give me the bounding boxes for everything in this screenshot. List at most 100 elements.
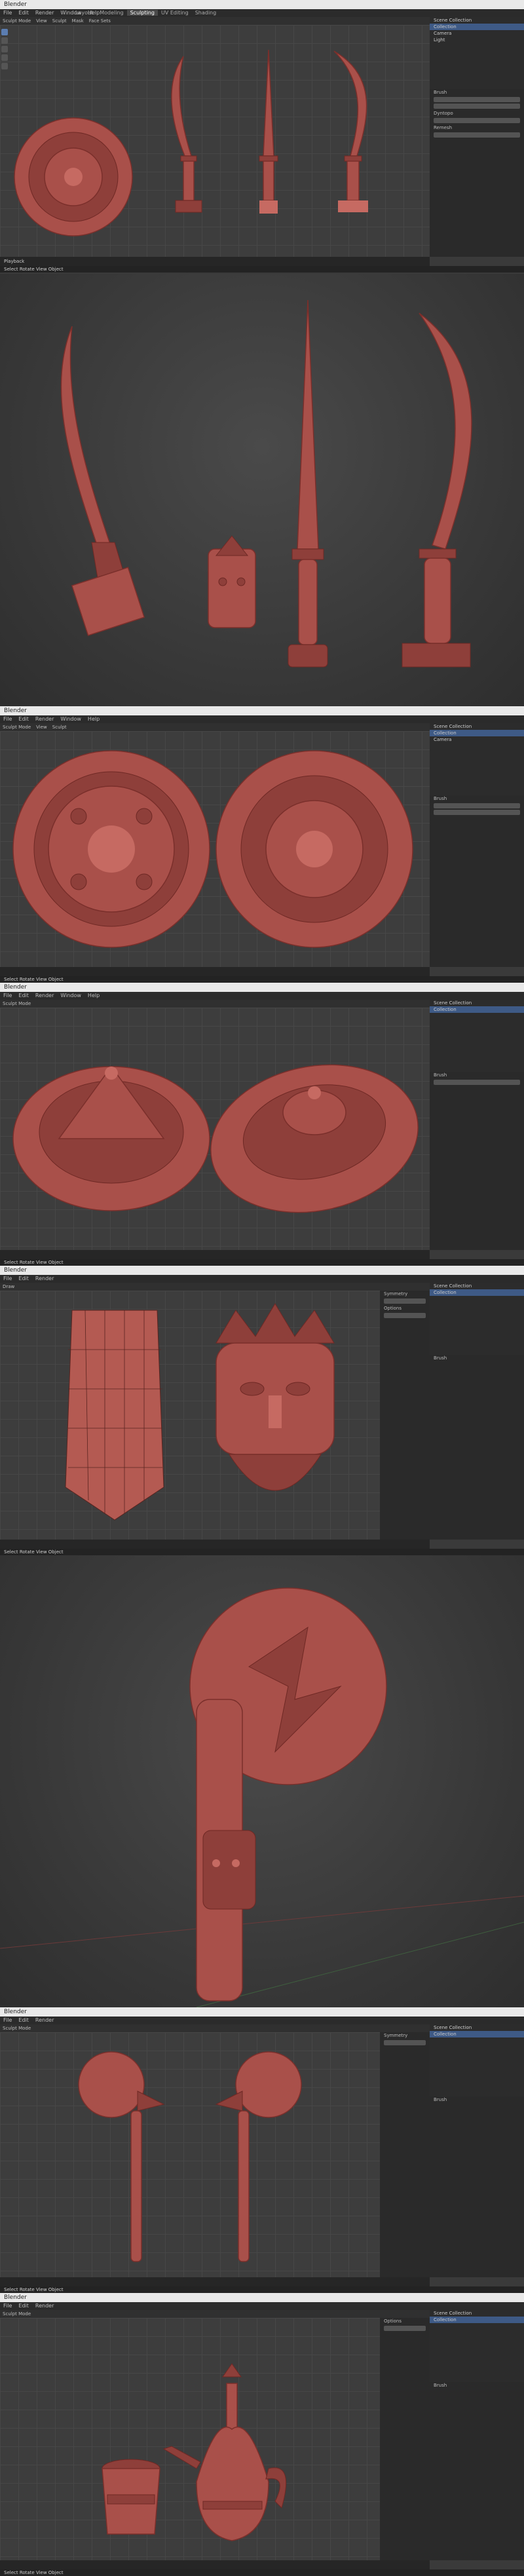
outliner-row-collection[interactable]: Collection bbox=[430, 1289, 524, 1296]
menu-render[interactable]: Render bbox=[32, 10, 57, 16]
dagger-curved-left bbox=[171, 56, 202, 213]
props-field[interactable] bbox=[434, 97, 520, 102]
timeline[interactable] bbox=[0, 967, 430, 976]
window-titlebar: Blender bbox=[0, 983, 524, 992]
tab-shading[interactable]: Shading bbox=[192, 10, 220, 16]
props-field[interactable] bbox=[434, 1080, 520, 1085]
outliner-row-collection[interactable]: Collection bbox=[430, 24, 524, 30]
outliner-row-collection[interactable]: Collection bbox=[430, 2031, 524, 2037]
menu-render[interactable]: Render bbox=[32, 2303, 57, 2309]
menu-view[interactable]: View bbox=[33, 725, 50, 730]
status-bar: Select Rotate View Object bbox=[0, 1259, 524, 1266]
props-section-options[interactable]: Options bbox=[380, 2318, 430, 2324]
menu-render[interactable]: Render bbox=[32, 1276, 57, 1281]
menu-view[interactable]: View bbox=[33, 18, 50, 24]
menu-edit[interactable]: Edit bbox=[15, 2017, 32, 2023]
tab-modeling[interactable]: Modeling bbox=[96, 10, 126, 16]
menu-edit[interactable]: Edit bbox=[15, 993, 32, 998]
menu-sculpt[interactable]: Sculpt bbox=[50, 18, 69, 24]
mode-selector[interactable]: Sculpt Mode bbox=[0, 2026, 33, 2031]
props-field[interactable] bbox=[384, 2040, 426, 2045]
props-section-dyntopo[interactable]: Dyntopo bbox=[430, 110, 524, 117]
props-section-options[interactable]: Options bbox=[380, 1305, 430, 1312]
mode-selector[interactable]: Sculpt Mode bbox=[0, 2311, 33, 2317]
props-field[interactable] bbox=[434, 118, 520, 123]
menu-render[interactable]: Render bbox=[32, 716, 57, 722]
menu-edit[interactable]: Edit bbox=[15, 2303, 32, 2309]
props-field[interactable] bbox=[434, 810, 520, 815]
timeline[interactable]: Playback bbox=[0, 257, 430, 266]
outliner-row-collection[interactable]: Collection bbox=[430, 2317, 524, 2323]
menu-help[interactable]: Help bbox=[84, 716, 103, 722]
3d-viewport[interactable] bbox=[0, 731, 430, 967]
menu-help[interactable]: Help bbox=[84, 993, 103, 998]
props-section-remesh[interactable]: Remesh bbox=[430, 124, 524, 131]
shields-perspective-scene bbox=[12, 1064, 419, 1213]
props-field[interactable] bbox=[384, 2326, 426, 2331]
props-section-brush[interactable]: Brush bbox=[430, 89, 524, 96]
mode-selector[interactable]: Sculpt Mode bbox=[0, 1001, 33, 1006]
menu-file[interactable]: File bbox=[0, 2017, 15, 2023]
3d-viewport[interactable] bbox=[0, 2032, 380, 2277]
menu-render[interactable]: Render bbox=[32, 2017, 57, 2023]
props-field[interactable] bbox=[434, 132, 520, 138]
props-section-brush[interactable]: Brush bbox=[430, 2382, 524, 2389]
tab-uv-editing[interactable]: UV Editing bbox=[158, 10, 192, 16]
mask-brush-icon[interactable] bbox=[1, 63, 8, 69]
grab-brush-icon[interactable] bbox=[1, 54, 8, 61]
props-field[interactable] bbox=[384, 1298, 426, 1304]
outliner-row-collection[interactable]: Collection bbox=[430, 1006, 524, 1013]
menu-file[interactable]: File bbox=[0, 716, 15, 722]
props-section-symmetry[interactable]: Symmetry bbox=[380, 1291, 430, 1297]
outliner-row-collection[interactable]: Collection bbox=[430, 730, 524, 736]
menu-window[interactable]: Window bbox=[57, 716, 84, 722]
menu-render[interactable]: Render bbox=[32, 993, 57, 998]
timeline-playback[interactable]: Playback bbox=[4, 259, 24, 264]
props-section-symmetry[interactable]: Symmetry bbox=[380, 2032, 430, 2039]
3d-viewport[interactable] bbox=[0, 2318, 380, 2560]
3d-viewport[interactable] bbox=[0, 25, 430, 257]
props-section-brush[interactable]: Brush bbox=[430, 1355, 524, 1361]
menu-edit[interactable]: Edit bbox=[15, 716, 32, 722]
outliner-row-light[interactable]: Light bbox=[430, 37, 524, 43]
timeline[interactable] bbox=[0, 2277, 430, 2286]
timeline[interactable] bbox=[0, 1250, 430, 1259]
menu-file[interactable]: File bbox=[0, 993, 15, 998]
patterned-shield bbox=[12, 750, 210, 948]
draw-brush-icon[interactable] bbox=[1, 29, 8, 35]
menu-mask[interactable]: Mask bbox=[69, 18, 86, 24]
menu-face-sets[interactable]: Face Sets bbox=[86, 18, 113, 24]
brush-label[interactable]: Draw bbox=[0, 1284, 17, 1289]
workspace-tabs: Layout Modeling Sculpting UV Editing Shading bbox=[72, 9, 219, 17]
3d-viewport[interactable] bbox=[0, 1008, 430, 1250]
clay-brush-icon[interactable] bbox=[1, 37, 8, 44]
props-section-brush[interactable]: Brush bbox=[430, 1072, 524, 1078]
3d-viewport[interactable] bbox=[0, 1291, 380, 1540]
menu-edit[interactable]: Edit bbox=[15, 10, 32, 16]
smooth-brush-icon[interactable] bbox=[1, 46, 8, 52]
props-section-brush[interactable]: Brush bbox=[430, 2096, 524, 2103]
props-section-brush[interactable]: Brush bbox=[430, 795, 524, 802]
timeline[interactable] bbox=[0, 2560, 430, 2569]
mask-pommel bbox=[208, 535, 256, 628]
status-bar: Select Rotate View Object bbox=[0, 2286, 524, 2293]
menu-file[interactable]: File bbox=[0, 10, 15, 16]
status-bar: Select Rotate View Object bbox=[0, 266, 524, 273]
menu-window[interactable]: Window bbox=[57, 993, 84, 998]
menu-file[interactable]: File bbox=[0, 1276, 15, 1281]
menu-edit[interactable]: Edit bbox=[15, 1276, 32, 1281]
tab-layout[interactable]: Layout bbox=[72, 10, 96, 16]
outliner-row-camera[interactable]: Camera bbox=[430, 30, 524, 37]
menu-file[interactable]: File bbox=[0, 2303, 15, 2309]
props-field[interactable] bbox=[434, 803, 520, 808]
menu-sculpt[interactable]: Sculpt bbox=[50, 725, 69, 730]
props-field[interactable] bbox=[384, 1313, 426, 1318]
properties-editor: Brush bbox=[430, 2096, 524, 2277]
tab-sculpting[interactable]: Sculpting bbox=[126, 10, 158, 16]
outliner-row-camera[interactable]: Camera bbox=[430, 736, 524, 743]
mode-selector[interactable]: Sculpt Mode bbox=[0, 18, 33, 24]
viewport-header: Sculpt Mode bbox=[0, 2024, 430, 2032]
mode-selector[interactable]: Sculpt Mode bbox=[0, 725, 33, 730]
props-field[interactable] bbox=[434, 104, 520, 109]
timeline[interactable] bbox=[0, 1540, 430, 1549]
